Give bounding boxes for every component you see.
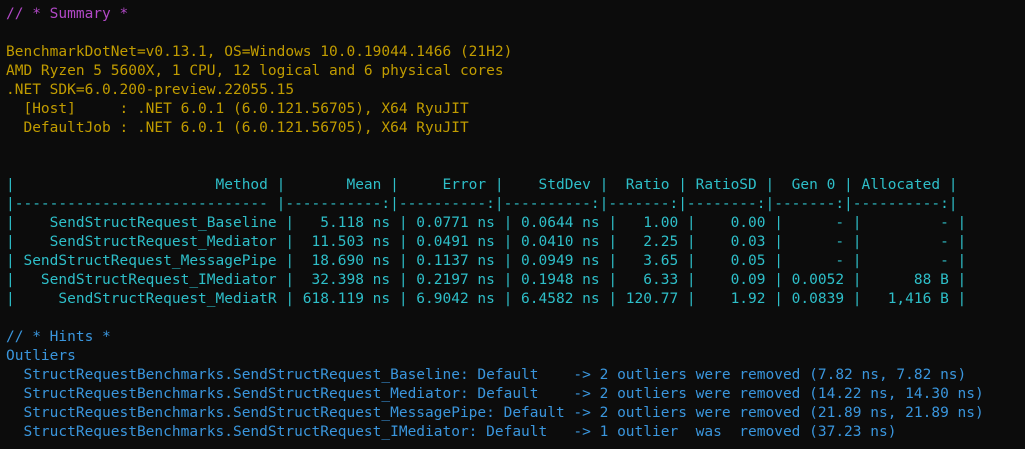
table-separator: |----------------------------- |--------… (6, 196, 958, 212)
outliers-label: Outliers (6, 348, 76, 364)
env-line-benchmarkdotnet: BenchmarkDotNet=v0.13.1, OS=Windows 10.0… (6, 44, 513, 60)
outlier-line: StructRequestBenchmarks.SendStructReques… (6, 405, 984, 421)
env-line-host: [Host] : .NET 6.0.1 (6.0.121.56705), X64… (6, 101, 469, 117)
env-line-sdk: .NET SDK=6.0.200-preview.22055.15 (6, 82, 295, 98)
table-header: | Method | Mean | Error | StdDev | Ratio… (6, 177, 958, 193)
table-row: | SendStructRequest_Baseline | 5.118 ns … (6, 215, 967, 231)
summary-header: // * Summary * (6, 6, 129, 22)
env-line-cpu: AMD Ryzen 5 5600X, 1 CPU, 12 logical and… (6, 63, 504, 79)
outlier-line: StructRequestBenchmarks.SendStructReques… (6, 386, 984, 402)
env-line-defaultjob: DefaultJob : .NET 6.0.1 (6.0.121.56705),… (6, 120, 469, 136)
outlier-line: StructRequestBenchmarks.SendStructReques… (6, 424, 897, 440)
terminal-output: // * Summary * BenchmarkDotNet=v0.13.1, … (6, 5, 984, 442)
hints-header: // * Hints * (6, 329, 111, 345)
table-row: | SendStructRequest_MediatR | 618.119 ns… (6, 291, 967, 307)
table-row: | SendStructRequest_IMediator | 32.398 n… (6, 272, 967, 288)
outlier-line: StructRequestBenchmarks.SendStructReques… (6, 367, 967, 383)
results-table: | Method | Mean | Error | StdDev | Ratio… (6, 176, 984, 309)
table-row: | SendStructRequest_MessagePipe | 18.690… (6, 253, 967, 269)
table-row: | SendStructRequest_Mediator | 11.503 ns… (6, 234, 967, 250)
